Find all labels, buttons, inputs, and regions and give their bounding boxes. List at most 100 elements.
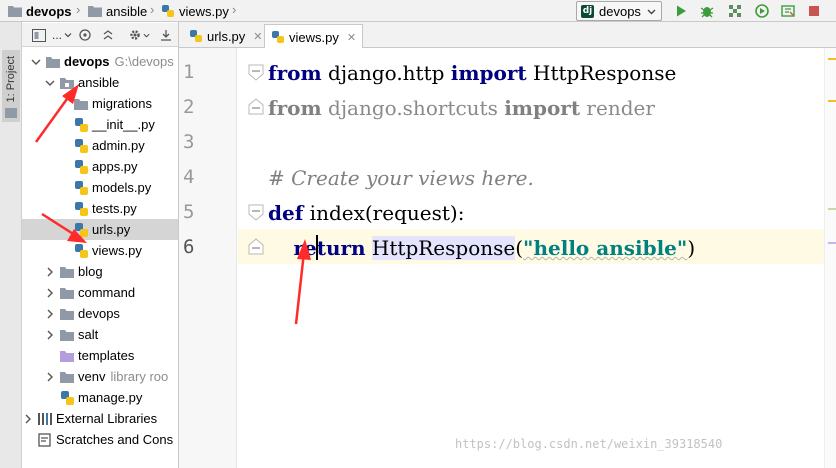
breadcrumb-views-py[interactable]: views.py <box>161 2 229 20</box>
tree-item-external-libraries[interactable]: External Libraries <box>22 408 178 429</box>
libraries-icon <box>38 412 52 425</box>
run-icon <box>677 5 686 17</box>
project-view-icon <box>5 108 17 118</box>
tree-item-urls-py[interactable]: urls.py <box>22 219 178 240</box>
profile-button[interactable] <box>754 3 770 19</box>
chevron-right-icon <box>47 309 53 318</box>
tab-label: views.py <box>289 29 339 45</box>
tree-item-apps-py[interactable]: apps.py <box>22 156 178 177</box>
fold-marker-icon[interactable] <box>247 63 265 81</box>
warning-marker[interactable] <box>828 58 836 60</box>
code-line-6: return HttpResponse("hello ansible") <box>293 236 696 260</box>
python-file-icon <box>75 117 88 132</box>
chevron-down-icon <box>647 9 656 15</box>
folder-icon <box>60 308 74 320</box>
tree-item-label: External Libraries <box>56 411 158 426</box>
chevron-right-icon: › <box>150 2 155 17</box>
chevron-right-icon <box>47 267 53 276</box>
folder-icon <box>60 287 74 299</box>
tree-item-label: migrations <box>92 96 152 111</box>
tree-item-devops[interactable]: devops <box>22 303 178 324</box>
breadcrumb-label: views.py <box>179 3 229 19</box>
tree-item-manage-py[interactable]: manage.py <box>22 387 178 408</box>
watermark: https://blog.csdn.net/weixin_39318540 <box>455 437 723 451</box>
scroll-from-source-button[interactable] <box>78 27 92 43</box>
tree-item-tests-py[interactable]: tests.py <box>22 198 178 219</box>
tree-item-label: salt <box>78 327 99 342</box>
tree-item-label: venv <box>78 369 106 384</box>
fold-marker-icon[interactable] <box>247 203 265 221</box>
tree-item-ansible[interactable]: ansible <box>22 72 178 93</box>
chevron-right-icon <box>47 372 53 381</box>
python-file-icon <box>272 31 284 43</box>
tree-item-command[interactable]: command <box>22 282 178 303</box>
code-line-5: def index(request): <box>268 201 465 225</box>
tree-item-label: apps.py <box>92 159 138 174</box>
python-file-icon <box>75 243 88 258</box>
change-marker[interactable] <box>828 242 836 244</box>
package-folder-icon <box>60 77 74 89</box>
close-icon[interactable]: ✕ <box>347 31 356 44</box>
tree-item-label: tests.py <box>92 201 137 216</box>
tree-item-init-py[interactable]: __init__.py <box>22 114 178 135</box>
tab-urls-py[interactable]: urls.py ✕ <box>183 24 269 48</box>
tree-item-blog[interactable]: blog <box>22 261 178 282</box>
tree-item-migrations[interactable]: migrations <box>22 93 178 114</box>
python-file-icon <box>75 201 88 216</box>
navigation-bar: devops › ansible › views.py › dj devops <box>0 0 836 22</box>
project-icon <box>32 28 46 42</box>
python-file-icon <box>61 390 74 405</box>
project-view-label: ... <box>52 28 63 42</box>
debug-icon <box>700 7 714 18</box>
folder-icon <box>74 98 88 110</box>
folder-icon <box>60 371 74 383</box>
text-caret <box>316 235 318 260</box>
breadcrumb-devops[interactable]: devops <box>8 2 72 20</box>
chevron-right-icon <box>47 288 53 297</box>
folder-icon <box>46 56 60 68</box>
code-line-1: from django.http import HttpResponse <box>268 61 677 85</box>
tree-item-views-py[interactable]: views.py <box>22 240 178 261</box>
coverage-button[interactable] <box>727 3 743 19</box>
tree-item-label: urls.py <box>92 222 131 237</box>
tree-item-scratches[interactable]: Scratches and Cons <box>22 429 178 450</box>
collapse-all-icon <box>103 30 113 40</box>
error-stripe[interactable] <box>824 48 836 468</box>
build-icon <box>781 5 795 17</box>
tree-item-admin-py[interactable]: admin.py <box>22 135 178 156</box>
tree-item-templates[interactable]: templates <box>22 345 178 366</box>
project-view-select[interactable]: ... <box>32 27 72 43</box>
folder-icon <box>88 6 102 17</box>
run-button[interactable] <box>673 3 689 19</box>
fold-end-marker-icon[interactable] <box>247 238 265 256</box>
hide-icon <box>161 30 171 41</box>
tree-item-salt[interactable]: salt <box>22 324 178 345</box>
change-marker[interactable] <box>828 208 836 210</box>
tree-item-label: blog <box>78 264 103 279</box>
chevron-right-icon <box>47 330 53 339</box>
debug-button[interactable] <box>699 3 715 19</box>
run-configuration-select[interactable]: dj devops <box>576 1 662 21</box>
build-button[interactable] <box>780 3 796 19</box>
fold-end-marker-icon[interactable] <box>247 98 265 116</box>
hide-panel-button[interactable] <box>159 27 173 43</box>
tree-item-root-devops[interactable]: devops G:\devops <box>22 51 178 72</box>
folder-icon <box>60 266 74 278</box>
python-file-icon <box>75 222 88 237</box>
chevron-right-icon <box>25 414 31 423</box>
warning-marker[interactable] <box>828 100 836 102</box>
scratches-icon <box>38 432 51 447</box>
chevron-right-icon: › <box>232 2 237 17</box>
breadcrumb-ansible[interactable]: ansible <box>88 2 147 20</box>
tree-item-label: models.py <box>92 180 152 195</box>
tree-item-label: devops <box>64 54 110 69</box>
chevron-right-icon: › <box>76 2 81 17</box>
tree-item-label: Scratches and Cons <box>56 432 174 447</box>
tree-item-models-py[interactable]: models.py <box>22 177 178 198</box>
tree-item-venv[interactable]: venv library roo <box>22 366 178 387</box>
collapse-all-button[interactable] <box>101 27 115 43</box>
tab-views-py[interactable]: views.py ✕ <box>264 24 364 49</box>
stop-button[interactable] <box>806 3 822 19</box>
close-icon[interactable]: ✕ <box>253 30 262 43</box>
settings-button[interactable] <box>128 27 150 43</box>
